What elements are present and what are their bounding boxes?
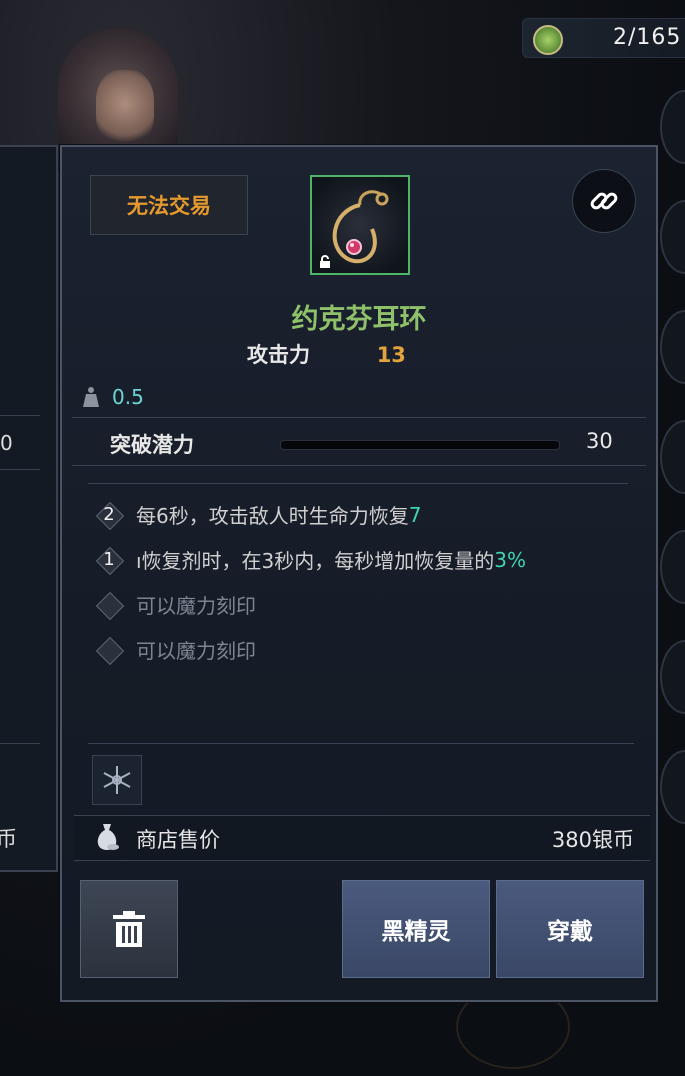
moneybag-icon <box>97 824 119 850</box>
breakthrough-value: 30 <box>586 429 613 453</box>
effect-level-icon: 2 <box>95 501 125 530</box>
trash-icon <box>113 911 145 947</box>
rune-slot[interactable] <box>92 755 142 805</box>
equipment-slot[interactable] <box>660 420 685 494</box>
weight-value: 0.5 <box>112 385 144 409</box>
equipment-slot[interactable] <box>660 530 685 604</box>
equipment-slot[interactable] <box>660 310 685 384</box>
divider <box>0 743 40 744</box>
fist-token-icon <box>533 25 563 55</box>
empty-socket-icon <box>95 591 125 620</box>
effect-row: 1 ı恢复剂时，在3秒内，每秒增加恢复量的 3% <box>95 545 527 575</box>
compare-panel: 0 币 <box>0 145 58 872</box>
resource-counter: 2/165 <box>522 18 685 58</box>
effect-level-icon: 1 <box>95 546 125 575</box>
price-value: 380银币 <box>551 828 634 852</box>
snowflake-rune-icon <box>103 766 131 794</box>
share-link-button[interactable] <box>572 169 636 233</box>
price-label: 商店售价 <box>136 828 220 852</box>
divider <box>88 743 634 744</box>
effect-row: 2 每6秒，攻击敌人时生命力恢复 7 <box>95 500 422 530</box>
effect-text: ı恢复剂时，在3秒内，每秒增加恢复量的 <box>136 549 495 573</box>
divider <box>72 465 646 466</box>
attack-stat: 攻击力 13 <box>247 339 406 369</box>
shop-price-row: 商店售价 380银币 <box>74 815 650 861</box>
item-name: 约克芬耳环 <box>291 304 427 335</box>
delete-button[interactable] <box>80 880 178 978</box>
effect-row: 可以魔力刻印 <box>95 590 256 620</box>
race-button[interactable]: 黑精灵 <box>342 880 490 978</box>
link-icon <box>590 192 618 210</box>
breakthrough-bar <box>280 440 560 450</box>
item-tooltip: 无法交易 约克芬耳环 攻击力 13 0.5 突破潜力 30 2 每6秒，攻击敌人… <box>60 145 658 1002</box>
effect-text: 可以魔力刻印 <box>136 639 256 663</box>
untradeable-badge: 无法交易 <box>90 175 248 235</box>
compare-price: 币 <box>0 827 17 851</box>
equipment-slot-rail <box>660 90 685 1010</box>
equip-button[interactable]: 穿戴 <box>496 880 644 978</box>
divider <box>88 483 628 484</box>
equipment-slot[interactable] <box>660 640 685 714</box>
compare-value: 0 <box>0 431 13 455</box>
breakthrough-label: 突破潜力 <box>110 433 194 457</box>
weight-row: 0.5 <box>82 385 144 409</box>
empty-socket-icon <box>95 636 125 665</box>
effect-highlight: 7 <box>408 502 422 527</box>
divider <box>0 469 40 470</box>
attack-value: 13 <box>376 343 406 367</box>
character-face <box>96 70 154 146</box>
earring-icon[interactable] <box>310 175 410 275</box>
divider <box>72 417 646 418</box>
effect-text: 每6秒，攻击敌人时生命力恢复 <box>136 504 409 528</box>
divider <box>0 415 40 416</box>
effect-highlight: 3% <box>494 547 527 572</box>
equipment-slot[interactable] <box>660 200 685 274</box>
weight-icon <box>83 387 99 407</box>
effect-text: 可以魔力刻印 <box>136 594 256 618</box>
lock-icon <box>320 255 330 268</box>
attack-label: 攻击力 <box>247 343 310 367</box>
resource-count: 2/165 <box>613 25 682 50</box>
equipment-slot[interactable] <box>660 90 685 164</box>
effect-row: 可以魔力刻印 <box>95 635 256 665</box>
equipment-slot[interactable] <box>660 750 685 824</box>
